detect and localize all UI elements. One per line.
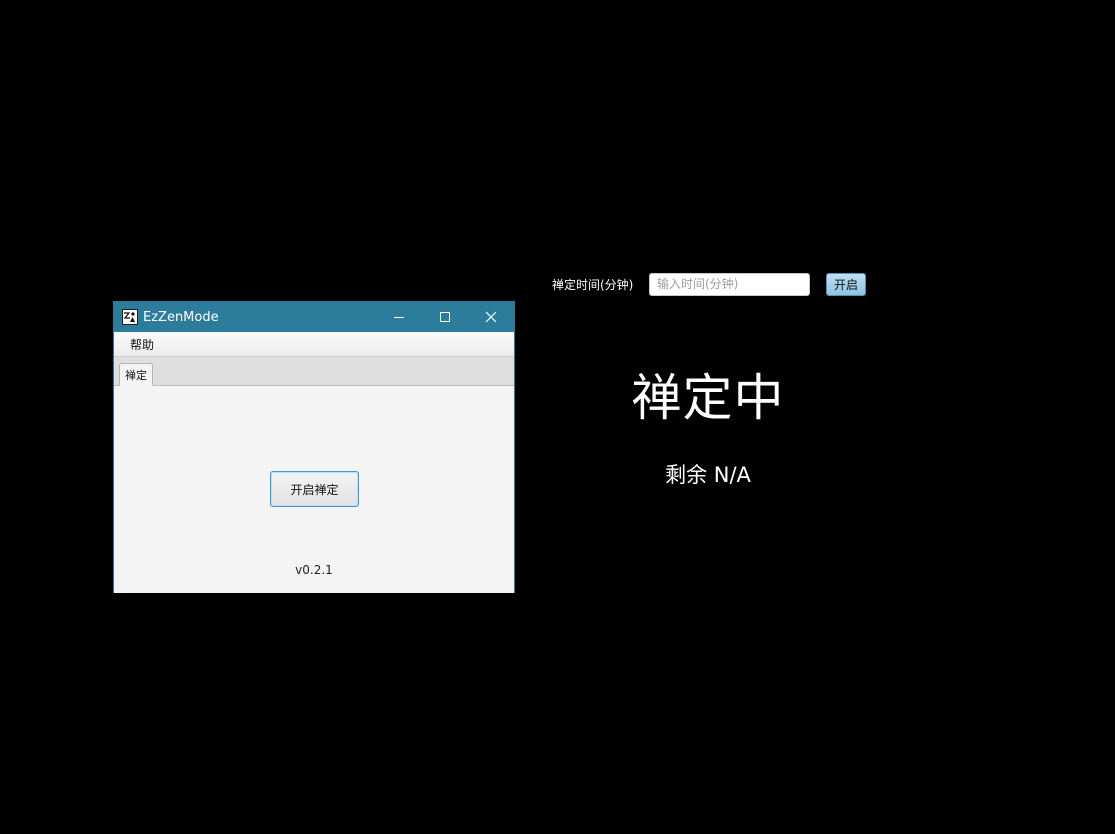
app-window: EzZenMode 帮助 禅定 开启禅定 v0.2.1 (113, 301, 515, 593)
maximize-button[interactable] (422, 302, 468, 332)
app-logo-icon (122, 309, 138, 325)
zen-duration-input[interactable] (649, 272, 810, 296)
zen-duration-label: 禅定时间(分钟) (552, 277, 634, 292)
minimize-icon (394, 317, 404, 318)
menu-bar: 帮助 (114, 332, 514, 357)
tab-bar: 禅定 (114, 357, 514, 386)
version-label: v0.2.1 (295, 563, 333, 577)
tab-content: 开启禅定 v0.2.1 (114, 386, 514, 593)
tab-zen[interactable]: 禅定 (119, 363, 153, 386)
close-icon (485, 311, 497, 323)
close-button[interactable] (468, 302, 514, 332)
minimize-button[interactable] (376, 302, 422, 332)
maximize-icon (440, 312, 450, 322)
zen-remaining-time: 剩余 N/A (665, 463, 751, 487)
menu-item-help[interactable]: 帮助 (130, 336, 154, 353)
zen-status-title: 禅定中 (631, 369, 785, 427)
window-titlebar[interactable]: EzZenMode (114, 302, 514, 332)
zen-start-button[interactable]: 开启 (826, 272, 866, 296)
zen-duration-row: 禅定时间(分钟) 开启 (540, 272, 866, 296)
desktop-screen: 禅定时间(分钟) 开启 禅定中 剩余 N/A EzZenMode (0, 0, 1115, 834)
start-zen-button[interactable]: 开启禅定 (270, 471, 359, 507)
window-title: EzZenMode (143, 309, 219, 325)
